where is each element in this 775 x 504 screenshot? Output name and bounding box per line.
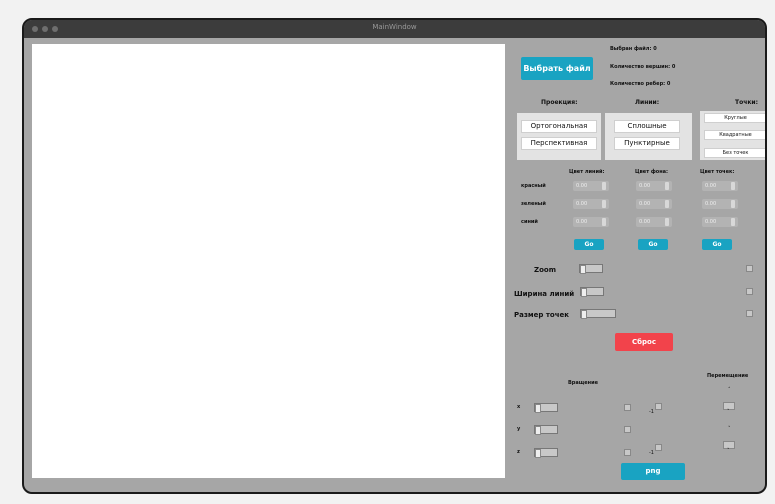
x-offset-checkbox[interactable] [655, 403, 662, 410]
rotate-y-handle[interactable] [535, 426, 541, 435]
edge-count-label: Количество ребер: 0 [610, 81, 671, 87]
point-size-slider[interactable] [580, 309, 616, 319]
line-red-spinbox[interactable]: 0.00 [573, 181, 609, 191]
square-points-button[interactable]: Квадратные [704, 130, 765, 140]
spin-arrows-icon[interactable] [602, 218, 606, 226]
spin-value: 0.00 [705, 219, 717, 225]
spin-value: 0.00 [705, 183, 717, 189]
x-offset-value: -1 [649, 409, 654, 415]
render-canvas[interactable] [32, 44, 505, 478]
point-size-slider-handle[interactable] [581, 310, 587, 319]
rotation-header: Вращение [568, 380, 599, 386]
z-offset-value: -1 [649, 450, 654, 456]
point-blue-spinbox[interactable]: 0.00 [702, 217, 738, 227]
spin-arrows-icon[interactable] [665, 200, 669, 208]
spin-arrows-icon[interactable] [731, 218, 735, 226]
lines-header: Линии: [635, 99, 660, 106]
vertex-count-label: Количество вершин: 0 [610, 64, 676, 70]
line-width-checkbox[interactable] [746, 288, 753, 295]
title-bar: MainWindow [24, 20, 765, 38]
round-points-button[interactable]: Круглые [704, 113, 765, 123]
point-green-spinbox[interactable]: 0.00 [702, 199, 738, 209]
rotate-y-checkbox[interactable] [624, 426, 631, 433]
line-color-header: Цвет линий: [569, 169, 605, 175]
main-window: MainWindow Выбрать файл Выбран файл: 0 К… [22, 18, 767, 494]
point-size-checkbox[interactable] [746, 310, 753, 317]
dashed-lines-button[interactable]: Пунктирные [614, 137, 680, 150]
orthographic-button[interactable]: Ортогональная [521, 120, 597, 133]
z-offset-checkbox[interactable] [655, 444, 662, 451]
zoom-slider[interactable] [579, 264, 603, 274]
export-png-button[interactable]: png [621, 463, 685, 480]
no-points-button[interactable]: Без точек [704, 148, 765, 158]
spin-arrows-icon[interactable] [731, 182, 735, 190]
rotate-y-slider[interactable] [534, 425, 558, 435]
point-color-go-button[interactable]: Go [702, 239, 732, 250]
spin-value: 0.00 [639, 183, 651, 189]
move-z-down-icon[interactable]: ˅ [727, 448, 730, 454]
projection-header: Проекция: [541, 99, 578, 106]
spin-value: 0.00 [576, 219, 588, 225]
spin-value: 0.00 [576, 183, 588, 189]
line-color-go-button[interactable]: Go [574, 239, 604, 250]
spin-arrows-icon[interactable] [602, 182, 606, 190]
move-up-icon[interactable]: ˄ [728, 387, 731, 393]
spin-value: 0.00 [576, 201, 588, 207]
spin-value: 0.00 [639, 201, 651, 207]
choose-file-button[interactable]: Выбрать файл [521, 57, 593, 80]
spin-arrows-icon[interactable] [602, 200, 606, 208]
blue-label: синий [521, 219, 538, 225]
solid-lines-button[interactable]: Сплошные [614, 120, 680, 133]
selected-file-label: Выбран файл: 0 [610, 46, 657, 52]
spin-arrows-icon[interactable] [665, 218, 669, 226]
rotate-x-checkbox[interactable] [624, 404, 631, 411]
point-red-spinbox[interactable]: 0.00 [702, 181, 738, 191]
reset-button[interactable]: Сброс [615, 333, 673, 351]
rotate-x-slider[interactable] [534, 403, 558, 413]
spin-value: 0.00 [705, 201, 717, 207]
rotate-x-label: x [517, 404, 521, 410]
line-green-spinbox[interactable]: 0.00 [573, 199, 609, 209]
bg-green-spinbox[interactable]: 0.00 [636, 199, 672, 209]
zoom-checkbox[interactable] [746, 265, 753, 272]
move-y-icon[interactable]: ˅ [728, 426, 731, 432]
points-header: Точки: [735, 99, 759, 106]
move-header: Перемещение [707, 373, 749, 379]
line-blue-spinbox[interactable]: 0.00 [573, 217, 609, 227]
bg-color-go-button[interactable]: Go [638, 239, 668, 250]
move-x-down-icon[interactable]: ˅ [727, 409, 730, 415]
rotate-z-handle[interactable] [535, 449, 541, 458]
red-label: красный [521, 183, 546, 189]
point-size-label: Размер точек [514, 311, 570, 319]
rotate-z-label: z [517, 449, 520, 455]
bg-blue-spinbox[interactable]: 0.00 [636, 217, 672, 227]
spin-arrows-icon[interactable] [665, 182, 669, 190]
spin-arrows-icon[interactable] [731, 200, 735, 208]
zoom-slider-handle[interactable] [580, 265, 586, 274]
rotate-y-label: y [517, 426, 521, 432]
bg-red-spinbox[interactable]: 0.00 [636, 181, 672, 191]
line-width-label: Ширина линий [514, 290, 575, 298]
line-width-slider[interactable] [580, 287, 604, 297]
spin-value: 0.00 [639, 219, 651, 225]
rotate-z-slider[interactable] [534, 448, 558, 458]
window-title: MainWindow [372, 23, 417, 31]
green-label: зеленый [521, 201, 546, 207]
rotate-x-handle[interactable] [535, 404, 541, 413]
background-color-header: Цвет фона: [635, 169, 669, 175]
rotate-z-checkbox[interactable] [624, 449, 631, 456]
point-color-header: Цвет точек: [700, 169, 735, 175]
line-width-slider-handle[interactable] [581, 288, 587, 297]
zoom-label: Zoom [534, 266, 556, 274]
perspective-button[interactable]: Перспективная [521, 137, 597, 150]
